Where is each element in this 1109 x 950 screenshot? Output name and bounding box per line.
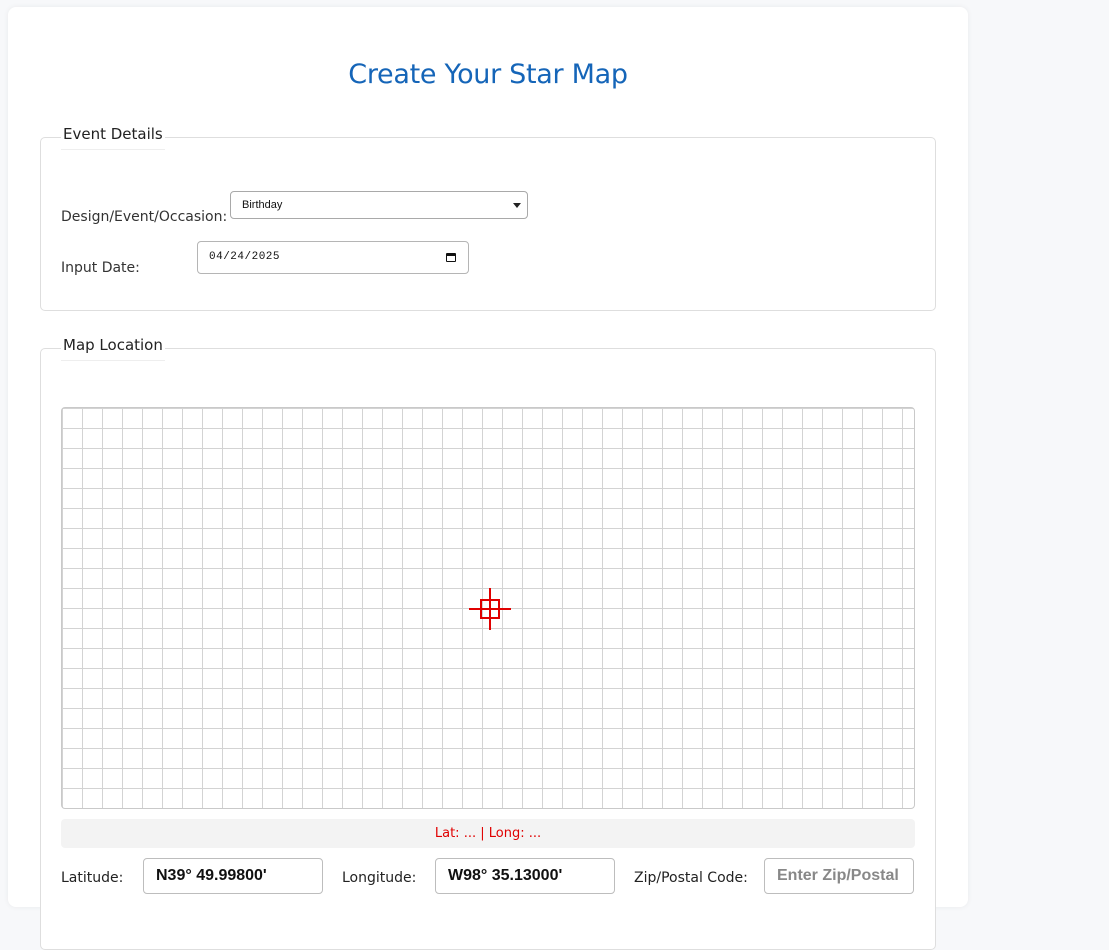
- event-details-fieldset: Event Details Design/Event/Occasion: Bir…: [40, 125, 936, 311]
- map-location-fieldset: Map Location Lat: ... | Long: ... Latitu…: [40, 336, 936, 950]
- coordinates-readout: Lat: ... | Long: ...: [61, 819, 915, 848]
- date-input[interactable]: 04/24/2025: [197, 241, 469, 274]
- date-input-value: 04/24/2025: [209, 251, 281, 263]
- page-title: Create Your Star Map: [348, 59, 628, 90]
- zip-input[interactable]: Enter Zip/Postal: [764, 858, 914, 894]
- map-location-legend: Map Location: [61, 336, 165, 361]
- star-map-form-card: Create Your Star Map Event Details Desig…: [8, 7, 968, 950]
- crosshair-icon[interactable]: [469, 588, 511, 630]
- longitude-label: Longitude:: [342, 870, 417, 886]
- longitude-input[interactable]: W98° 35.13000': [435, 858, 615, 894]
- latitude-input[interactable]: N39° 49.99800': [143, 858, 323, 894]
- location-map-grid[interactable]: [61, 407, 915, 809]
- latitude-label: Latitude:: [61, 870, 124, 886]
- caret-down-icon: [513, 203, 521, 208]
- occasion-select[interactable]: Birthday: [230, 191, 528, 219]
- date-label: Input Date:: [61, 260, 140, 276]
- occasion-label: Design/Event/Occasion:: [61, 209, 228, 225]
- occasion-select-value: Birthday: [242, 199, 283, 211]
- event-details-legend: Event Details: [61, 125, 165, 150]
- zip-label: Zip/Postal Code:: [634, 870, 748, 886]
- calendar-icon[interactable]: [446, 253, 456, 262]
